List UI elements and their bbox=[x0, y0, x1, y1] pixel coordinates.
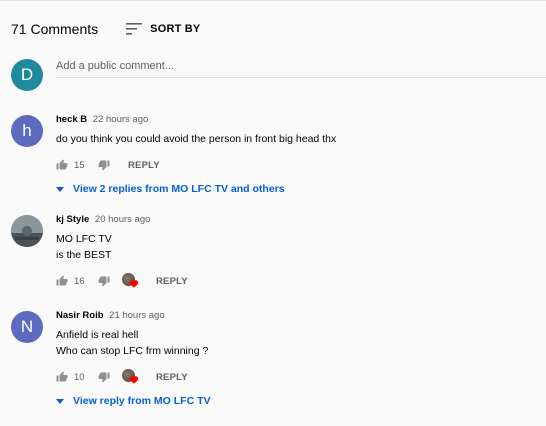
thumb-up-icon bbox=[56, 275, 68, 286]
heart-icon bbox=[129, 280, 139, 288]
like-count: 10 bbox=[74, 371, 85, 383]
like-button[interactable] bbox=[56, 159, 68, 171]
comment-text-line: is the BEST bbox=[56, 249, 112, 261]
add-comment-row: D Add a public comment... bbox=[11, 53, 546, 91]
view-replies-label: View 2 replies from MO LFC TV and others bbox=[73, 183, 285, 195]
comment-time[interactable]: 21 hours ago bbox=[109, 310, 164, 321]
comment-actions: 15 REPLY bbox=[56, 155, 536, 175]
avatar[interactable]: h bbox=[11, 115, 43, 147]
comment-actions: 16 REPLY bbox=[56, 271, 536, 291]
like-count: 15 bbox=[74, 159, 85, 171]
thumb-down-icon bbox=[98, 372, 110, 383]
reply-button[interactable]: REPLY bbox=[156, 276, 188, 287]
add-comment-underline bbox=[56, 77, 546, 78]
like-button[interactable] bbox=[56, 371, 68, 383]
sort-icon bbox=[126, 23, 143, 35]
reply-button[interactable]: REPLY bbox=[128, 160, 160, 171]
dislike-button[interactable] bbox=[98, 275, 110, 287]
heart-icon bbox=[129, 376, 139, 384]
comment-author[interactable]: heck B bbox=[56, 114, 87, 125]
thumb-up-icon bbox=[56, 371, 68, 382]
comment-text-line: Anfield is real hell bbox=[56, 329, 139, 341]
comment-author[interactable]: kj Style bbox=[56, 214, 89, 225]
sort-by-button[interactable]: SORT BY bbox=[126, 23, 200, 35]
comment-text-line: Who can stop LFC frm winning ? bbox=[56, 345, 209, 357]
comment-author[interactable]: Nasir Roib bbox=[56, 310, 104, 321]
comment-count: 71 Comments bbox=[11, 21, 99, 37]
dislike-button[interactable] bbox=[98, 371, 110, 383]
caret-down-icon bbox=[56, 398, 64, 404]
current-user-avatar[interactable]: D bbox=[11, 59, 43, 91]
thumb-down-icon bbox=[98, 160, 110, 171]
avatar[interactable] bbox=[11, 215, 43, 247]
view-replies-link[interactable]: View reply from MO LFC TV bbox=[56, 395, 536, 407]
comment-actions: 10 REPLY bbox=[56, 367, 536, 387]
creator-heart-badge bbox=[122, 369, 139, 385]
caret-down-icon bbox=[56, 186, 64, 192]
dislike-button[interactable] bbox=[98, 159, 110, 171]
comment-text: MO LFC TV is the BEST bbox=[56, 231, 536, 263]
avatar[interactable]: N bbox=[11, 311, 43, 343]
avatar-photo bbox=[11, 215, 43, 247]
reply-button[interactable]: REPLY bbox=[156, 372, 188, 383]
add-comment-input[interactable]: Add a public comment... bbox=[56, 60, 546, 77]
comment-time[interactable]: 22 hours ago bbox=[93, 114, 148, 125]
top-divider bbox=[0, 0, 546, 1]
comment-text-line: MO LFC TV bbox=[56, 233, 112, 245]
view-replies-label: View reply from MO LFC TV bbox=[73, 395, 211, 407]
comment-text-line: do you think you could avoid the person … bbox=[56, 133, 337, 145]
comment-text: do you think you could avoid the person … bbox=[56, 131, 536, 147]
thumb-up-icon bbox=[56, 159, 68, 170]
comment-time[interactable]: 20 hours ago bbox=[95, 214, 150, 225]
view-replies-link[interactable]: View 2 replies from MO LFC TV and others bbox=[56, 183, 536, 195]
like-button[interactable] bbox=[56, 275, 68, 287]
creator-heart-badge bbox=[122, 273, 139, 289]
sort-by-label: SORT BY bbox=[150, 23, 201, 35]
comment-text: Anfield is real hell Who can stop LFC fr… bbox=[56, 327, 536, 359]
comments-header: 71 Comments SORT BY bbox=[11, 19, 200, 39]
like-count: 16 bbox=[74, 275, 85, 287]
thumb-down-icon bbox=[98, 276, 110, 287]
